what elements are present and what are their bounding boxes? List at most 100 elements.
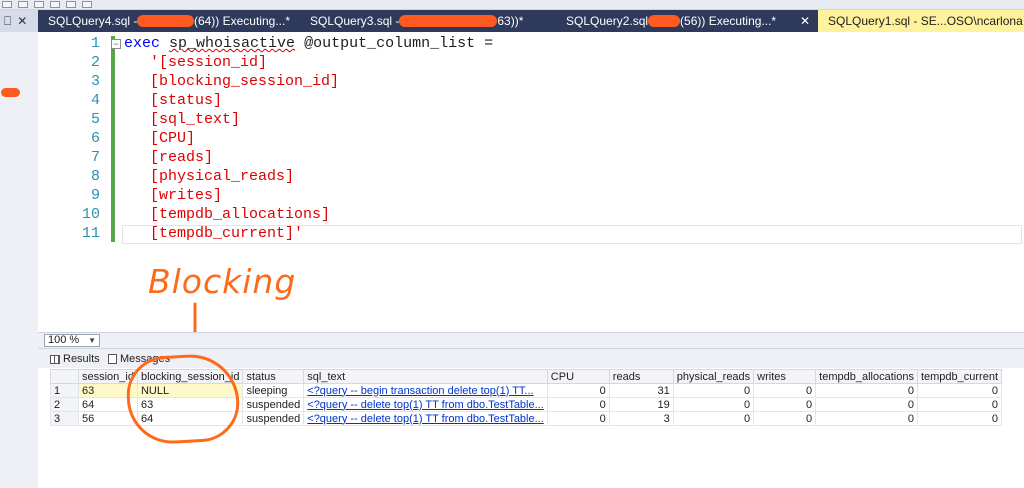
cell-physical-reads[interactable]: 0 [672, 383, 755, 398]
tab-sqlquery1[interactable]: SQLQuery1.sql - SE...OSO\ncarlona (60)) [818, 10, 1024, 32]
code-line: [tempdb_allocations] [150, 206, 331, 223]
code-line: [blocking_session_id] [150, 73, 340, 90]
pin-icon[interactable]: ⎕ [4, 14, 11, 29]
redaction-mark [1, 88, 20, 97]
column-header-status[interactable]: status [242, 369, 305, 384]
close-tab-icon[interactable]: ✕ [800, 14, 810, 28]
tab-title: SQLQuery2.sql [566, 14, 649, 28]
line-number: 9 [90, 187, 100, 204]
close-panel-icon[interactable]: ✕ [17, 14, 27, 28]
cell-tempdb-current[interactable]: 0 [916, 411, 1003, 426]
tab-title: SQLQuery1.sql - SE...OSO\ncarlona (60)) [828, 14, 1024, 28]
tab-sqlquery2[interactable]: SQLQuery2.sql (56)) Executing...* ✕ [556, 10, 818, 32]
line-number: 4 [90, 92, 100, 109]
line-number: 7 [90, 149, 100, 166]
tab-sqlquery4[interactable]: SQLQuery4.sql - (64)) Executing...* [38, 10, 290, 32]
zoom-value: 100 % [48, 334, 80, 346]
code-line-1: exec sp_whoisactive @output_column_list … [124, 35, 493, 52]
tab-results-label: Results [63, 353, 100, 365]
keyword: exec [124, 35, 161, 52]
change-tracking-bar [111, 36, 115, 242]
redaction-mark [399, 15, 498, 27]
code-line: [physical_reads] [150, 168, 295, 185]
cell-sql-text-link[interactable]: <?query -- begin transaction delete top(… [303, 383, 548, 398]
cell-tempdb-current[interactable]: 0 [916, 383, 1003, 398]
cell-sql-text-link[interactable]: <?query -- delete top(1) TT from dbo.Tes… [303, 411, 548, 426]
code-line: [writes] [150, 187, 223, 204]
cell-physical-reads[interactable]: 0 [672, 397, 755, 412]
cell-physical-reads[interactable]: 0 [672, 411, 755, 426]
code-line: '[session_id] [150, 54, 268, 71]
cell-reads[interactable]: 3 [608, 411, 674, 426]
toolbar-button-icon[interactable] [34, 1, 44, 8]
cell-reads[interactable]: 19 [608, 397, 674, 412]
code-line: [CPU] [150, 130, 196, 147]
line-number: 2 [90, 54, 100, 71]
line-number-gutter: 1 2 3 4 5 6 7 8 9 10 11 [38, 32, 104, 332]
cell-tempdb-allocations[interactable]: 0 [815, 383, 918, 398]
toolbar-strip [0, 0, 1024, 10]
messages-icon [108, 354, 117, 364]
cell-status[interactable]: suspended [242, 411, 305, 426]
cell-tempdb-current[interactable]: 0 [916, 397, 1003, 412]
line-number: 8 [90, 168, 100, 185]
tab-status: (64)) Executing...* [193, 14, 290, 28]
code-line: [tempdb_current]' [150, 225, 304, 242]
column-header-tempdb-allocations[interactable]: tempdb_allocations [815, 369, 918, 384]
line-number: 11 [81, 225, 100, 242]
tab-sqlquery3[interactable]: SQLQuery3.sql - 63))* [300, 10, 548, 32]
toolbar-button-icon[interactable] [18, 1, 28, 8]
column-header-rownum[interactable] [50, 369, 79, 384]
row-number: 3 [50, 411, 79, 426]
code-line: [sql_text] [150, 111, 241, 128]
grid-icon [50, 354, 60, 364]
cell-tempdb-allocations[interactable]: 0 [815, 411, 918, 426]
toolbar-button-icon[interactable] [82, 1, 92, 8]
line-number: 3 [90, 73, 100, 90]
tab-title: SQLQuery3.sql - [310, 14, 400, 28]
redaction-mark [648, 15, 681, 27]
zoom-select[interactable]: 100 % ▼ [44, 334, 100, 347]
cell-writes[interactable]: 0 [753, 397, 817, 412]
zoom-bar: 100 % ▼ [38, 332, 1024, 348]
panel-header: ⎕ ✕ [0, 10, 38, 32]
column-header-writes[interactable]: writes [753, 369, 817, 384]
cell-writes[interactable]: 0 [753, 383, 817, 398]
cell-status[interactable]: sleeping [242, 383, 305, 398]
cell-writes[interactable]: 0 [753, 411, 817, 426]
cell-reads[interactable]: 31 [608, 383, 674, 398]
column-header-tempdb-current[interactable]: tempdb_current [916, 369, 1003, 384]
procedure-name: sp_whoisactive [169, 35, 296, 52]
cell-cpu[interactable]: 0 [546, 411, 610, 426]
row-number: 2 [50, 397, 79, 412]
line-number: 5 [90, 111, 100, 128]
tab-title: SQLQuery4.sql - [48, 14, 138, 28]
line-number: 10 [81, 206, 100, 223]
collapse-toggle-icon[interactable]: − [111, 39, 121, 49]
panel-body [0, 32, 38, 488]
cell-status[interactable]: suspended [242, 397, 305, 412]
cell-session-id[interactable]: 56 [78, 411, 138, 426]
cell-cpu[interactable]: 0 [546, 397, 610, 412]
line-number: 1 [90, 35, 100, 52]
document-tabs: SQLQuery4.sql - (64)) Executing...* SQLQ… [38, 10, 1024, 32]
column-header-cpu[interactable]: CPU [546, 369, 610, 384]
row-number: 1 [50, 383, 79, 398]
code-text: @output_column_list = [295, 35, 494, 52]
column-header-sql-text[interactable]: sql_text [303, 369, 548, 384]
toolbar-button-icon[interactable] [50, 1, 60, 8]
toolbar-button-icon[interactable] [66, 1, 76, 8]
column-header-physical-reads[interactable]: physical_reads [672, 369, 755, 384]
redaction-mark [137, 15, 194, 27]
toolbar-button-icon[interactable] [2, 1, 12, 8]
object-explorer-panel: ⎕ ✕ [0, 10, 38, 488]
cell-cpu[interactable]: 0 [546, 383, 610, 398]
tab-results[interactable]: Results [50, 351, 100, 367]
tab-status: 63))* [497, 14, 524, 28]
tab-status: (56)) Executing...* [680, 14, 777, 28]
column-header-reads[interactable]: reads [608, 369, 674, 384]
cell-sql-text-link[interactable]: <?query -- delete top(1) TT from dbo.Tes… [303, 397, 548, 412]
cell-tempdb-allocations[interactable]: 0 [815, 397, 918, 412]
line-number: 6 [90, 130, 100, 147]
code-line: [status] [150, 92, 223, 109]
